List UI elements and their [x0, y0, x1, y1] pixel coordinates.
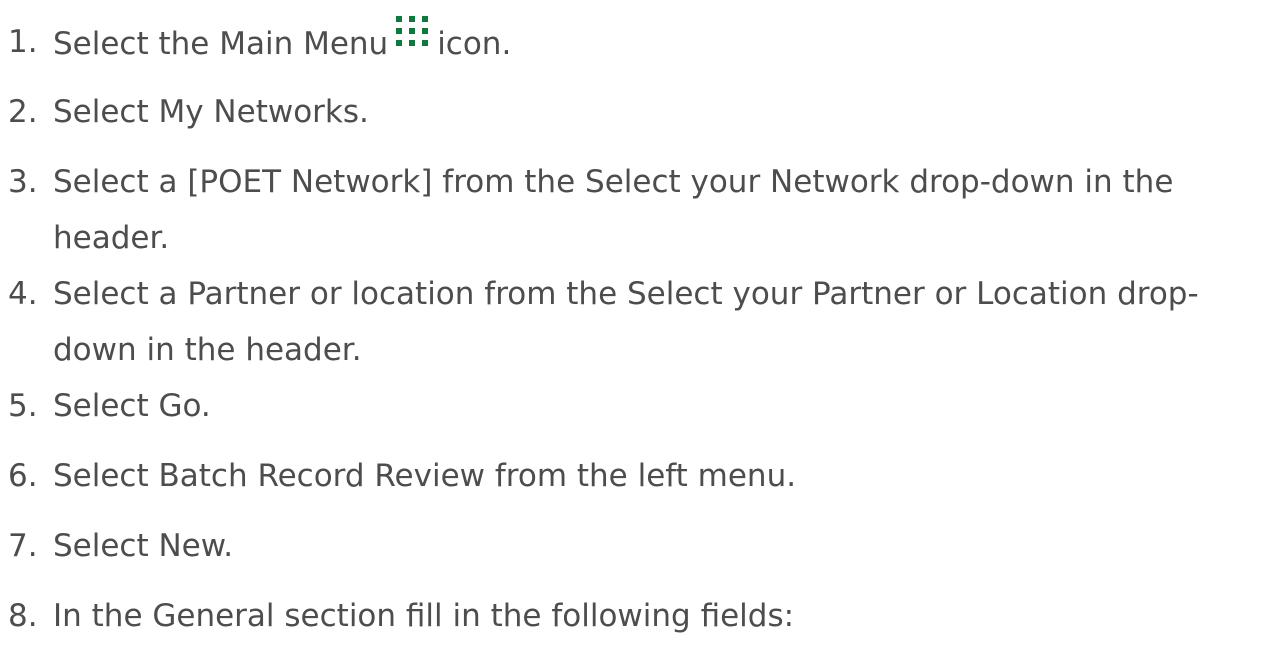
step-text-continued: header. — [53, 220, 170, 256]
step-number: 6. — [8, 458, 38, 494]
step-number: 4. — [8, 276, 38, 312]
step-number: 3. — [8, 164, 38, 200]
step-text: Select Batch Record Review from the left… — [53, 458, 797, 494]
step-text: icon. — [437, 26, 512, 62]
step-number: 5. — [8, 388, 38, 424]
step-text: Select the Main Menu — [53, 26, 389, 62]
step-text: Select a [POET Network] from the Select … — [53, 164, 1174, 200]
step-text: Select New. — [53, 528, 234, 564]
step-number: 7. — [8, 528, 38, 564]
grid-menu-icon — [394, 14, 430, 48]
step-number: 2. — [8, 94, 38, 130]
step-text: In the General section fill in the follo… — [53, 598, 795, 634]
step-number: 8. — [8, 598, 38, 634]
step-text: Select My Networks. — [53, 94, 369, 130]
step-text: Select a Partner or location from the Se… — [53, 276, 1199, 312]
instruction-steps-list: 1. Select the Main Menu icon. 2. Select … — [0, 0, 1264, 646]
step-number: 1. — [8, 24, 38, 60]
step-text: Select Go. — [53, 388, 211, 424]
step-text-continued: down in the header. — [53, 332, 362, 368]
